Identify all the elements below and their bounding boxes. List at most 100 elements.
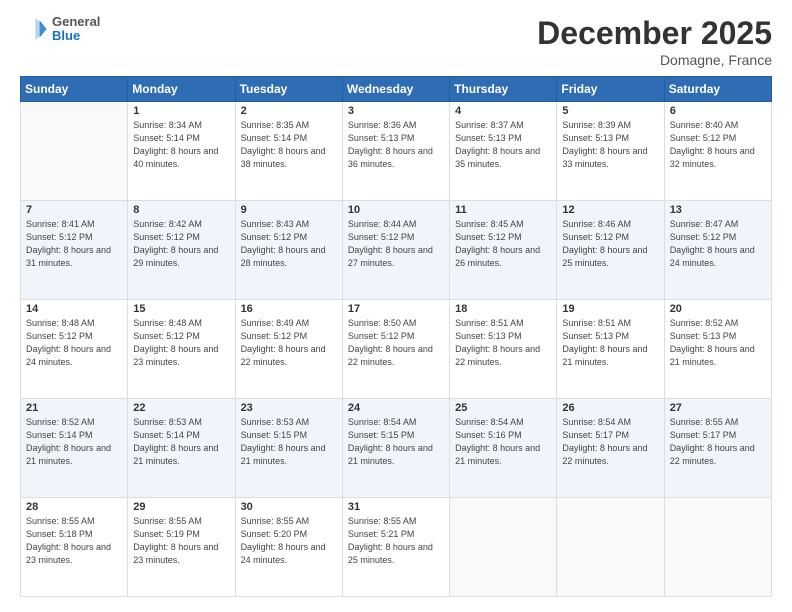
calendar-week-row: 7Sunrise: 8:41 AMSunset: 5:12 PMDaylight… — [21, 201, 772, 300]
calendar-header-sunday: Sunday — [21, 77, 128, 102]
day-info: Sunrise: 8:55 AMSunset: 5:18 PMDaylight:… — [26, 516, 111, 565]
day-info: Sunrise: 8:35 AMSunset: 5:14 PMDaylight:… — [241, 120, 326, 169]
day-number: 13 — [670, 204, 766, 216]
day-info: Sunrise: 8:54 AMSunset: 5:15 PMDaylight:… — [348, 417, 433, 466]
calendar-header-tuesday: Tuesday — [235, 77, 342, 102]
calendar-cell: 29 Sunrise: 8:55 AMSunset: 5:19 PMDayligh… — [128, 498, 235, 597]
day-number: 14 — [26, 303, 122, 315]
logo-blue-label: Blue — [52, 29, 100, 43]
logo-general-label: General — [52, 15, 100, 29]
day-info: Sunrise: 8:40 AMSunset: 5:12 PMDaylight:… — [670, 120, 755, 169]
day-number: 1 — [133, 105, 229, 117]
page: General Blue December 2025 Domagne, Fran… — [0, 0, 792, 612]
day-info: Sunrise: 8:54 AMSunset: 5:16 PMDaylight:… — [455, 417, 540, 466]
day-info: Sunrise: 8:44 AMSunset: 5:12 PMDaylight:… — [348, 219, 433, 268]
calendar-cell: 19 Sunrise: 8:51 AMSunset: 5:13 PMDayligh… — [557, 300, 664, 399]
calendar-cell: 10 Sunrise: 8:44 AMSunset: 5:12 PMDayligh… — [342, 201, 449, 300]
day-number: 2 — [241, 105, 337, 117]
day-number: 6 — [670, 105, 766, 117]
day-number: 22 — [133, 402, 229, 414]
calendar-cell: 25 Sunrise: 8:54 AMSunset: 5:16 PMDayligh… — [450, 399, 557, 498]
calendar-cell: 5Sunrise: 8:39 AMSunset: 5:13 PMDaylight… — [557, 102, 664, 201]
day-number: 12 — [562, 204, 658, 216]
day-number: 3 — [348, 105, 444, 117]
calendar-cell: 15 Sunrise: 8:48 AMSunset: 5:12 PMDayligh… — [128, 300, 235, 399]
calendar-cell: 18Sunrise: 8:51 AMSunset: 5:13 PMDayligh… — [450, 300, 557, 399]
day-number: 5 — [562, 105, 658, 117]
day-info: Sunrise: 8:55 AMSunset: 5:17 PMDaylight:… — [670, 417, 755, 466]
calendar-cell: 6 Sunrise: 8:40 AMSunset: 5:12 PMDaylight… — [664, 102, 771, 201]
calendar-week-row: 28 Sunrise: 8:55 AMSunset: 5:18 PMDayligh… — [21, 498, 772, 597]
calendar-table: SundayMondayTuesdayWednesdayThursdayFrid… — [20, 76, 772, 597]
title-block: December 2025 Domagne, France — [537, 15, 772, 68]
calendar-cell: 26 Sunrise: 8:54 AMSunset: 5:17 PMDayligh… — [557, 399, 664, 498]
header: General Blue December 2025 Domagne, Fran… — [20, 15, 772, 68]
calendar-cell: 17 Sunrise: 8:50 AMSunset: 5:12 PMDayligh… — [342, 300, 449, 399]
day-number: 15 — [133, 303, 229, 315]
day-info: Sunrise: 8:37 AMSunset: 5:13 PMDaylight:… — [455, 120, 540, 169]
calendar-cell: 1 Sunrise: 8:34 AMSunset: 5:14 PMDaylight… — [128, 102, 235, 201]
day-info: Sunrise: 8:49 AMSunset: 5:12 PMDaylight:… — [241, 318, 326, 367]
calendar-header-saturday: Saturday — [664, 77, 771, 102]
calendar-cell: 20Sunrise: 8:52 AMSunset: 5:13 PMDayligh… — [664, 300, 771, 399]
day-info: Sunrise: 8:42 AMSunset: 5:12 PMDaylight:… — [133, 219, 218, 268]
day-number: 17 — [348, 303, 444, 315]
calendar-cell: 12 Sunrise: 8:46 AMSunset: 5:12 PMDayligh… — [557, 201, 664, 300]
day-info: Sunrise: 8:46 AMSunset: 5:12 PMDaylight:… — [562, 219, 647, 268]
day-info: Sunrise: 8:55 AMSunset: 5:19 PMDaylight:… — [133, 516, 218, 565]
calendar-cell: 21Sunrise: 8:52 AMSunset: 5:14 PMDayligh… — [21, 399, 128, 498]
calendar-week-row: 21Sunrise: 8:52 AMSunset: 5:14 PMDayligh… — [21, 399, 772, 498]
day-number: 26 — [562, 402, 658, 414]
day-number: 27 — [670, 402, 766, 414]
day-info: Sunrise: 8:52 AMSunset: 5:13 PMDaylight:… — [670, 318, 755, 367]
calendar-header-wednesday: Wednesday — [342, 77, 449, 102]
calendar-cell: 24 Sunrise: 8:54 AMSunset: 5:15 PMDayligh… — [342, 399, 449, 498]
day-number: 25 — [455, 402, 551, 414]
calendar-cell: 14Sunrise: 8:48 AMSunset: 5:12 PMDayligh… — [21, 300, 128, 399]
subtitle: Domagne, France — [537, 52, 772, 68]
calendar-cell: 4Sunrise: 8:37 AMSunset: 5:13 PMDaylight… — [450, 102, 557, 201]
day-info: Sunrise: 8:53 AMSunset: 5:15 PMDaylight:… — [241, 417, 326, 466]
day-info: Sunrise: 8:34 AMSunset: 5:14 PMDaylight:… — [133, 120, 218, 169]
calendar-cell: 9 Sunrise: 8:43 AMSunset: 5:12 PMDaylight… — [235, 201, 342, 300]
day-info: Sunrise: 8:50 AMSunset: 5:12 PMDaylight:… — [348, 318, 433, 367]
calendar-cell — [21, 102, 128, 201]
day-info: Sunrise: 8:54 AMSunset: 5:17 PMDaylight:… — [562, 417, 647, 466]
logo: General Blue — [20, 15, 100, 44]
day-number: 24 — [348, 402, 444, 414]
day-number: 21 — [26, 402, 122, 414]
day-info: Sunrise: 8:51 AMSunset: 5:13 PMDaylight:… — [455, 318, 540, 367]
day-info: Sunrise: 8:41 AMSunset: 5:12 PMDaylight:… — [26, 219, 111, 268]
calendar-cell — [664, 498, 771, 597]
calendar-header-thursday: Thursday — [450, 77, 557, 102]
calendar-cell: 27 Sunrise: 8:55 AMSunset: 5:17 PMDayligh… — [664, 399, 771, 498]
day-info: Sunrise: 8:55 AMSunset: 5:20 PMDaylight:… — [241, 516, 326, 565]
calendar-cell: 2 Sunrise: 8:35 AMSunset: 5:14 PMDaylight… — [235, 102, 342, 201]
day-number: 29 — [133, 501, 229, 513]
day-info: Sunrise: 8:51 AMSunset: 5:13 PMDaylight:… — [562, 318, 647, 367]
calendar-cell — [557, 498, 664, 597]
day-number: 16 — [241, 303, 337, 315]
day-number: 19 — [562, 303, 658, 315]
calendar-cell: 31Sunrise: 8:55 AMSunset: 5:21 PMDayligh… — [342, 498, 449, 597]
day-info: Sunrise: 8:45 AMSunset: 5:12 PMDaylight:… — [455, 219, 540, 268]
calendar-cell: 30 Sunrise: 8:55 AMSunset: 5:20 PMDayligh… — [235, 498, 342, 597]
day-number: 10 — [348, 204, 444, 216]
day-info: Sunrise: 8:36 AMSunset: 5:13 PMDaylight:… — [348, 120, 433, 169]
day-number: 28 — [26, 501, 122, 513]
logo-text: General Blue — [52, 15, 100, 44]
calendar-cell: 16 Sunrise: 8:49 AMSunset: 5:12 PMDayligh… — [235, 300, 342, 399]
calendar-cell: 13Sunrise: 8:47 AMSunset: 5:12 PMDayligh… — [664, 201, 771, 300]
day-info: Sunrise: 8:43 AMSunset: 5:12 PMDaylight:… — [241, 219, 326, 268]
day-number: 8 — [133, 204, 229, 216]
day-number: 31 — [348, 501, 444, 513]
day-info: Sunrise: 8:48 AMSunset: 5:12 PMDaylight:… — [133, 318, 218, 367]
day-number: 9 — [241, 204, 337, 216]
calendar-cell: 28 Sunrise: 8:55 AMSunset: 5:18 PMDayligh… — [21, 498, 128, 597]
day-number: 30 — [241, 501, 337, 513]
calendar-cell: 8 Sunrise: 8:42 AMSunset: 5:12 PMDaylight… — [128, 201, 235, 300]
logo-icon — [20, 15, 48, 43]
calendar-cell: 22Sunrise: 8:53 AMSunset: 5:14 PMDayligh… — [128, 399, 235, 498]
calendar-week-row: 1 Sunrise: 8:34 AMSunset: 5:14 PMDaylight… — [21, 102, 772, 201]
calendar-header-monday: Monday — [128, 77, 235, 102]
